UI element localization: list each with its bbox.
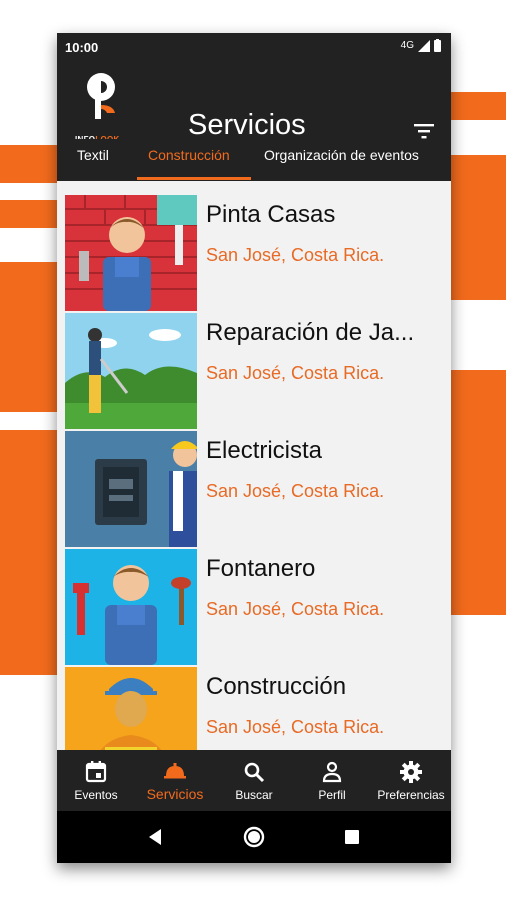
calendar-icon [85,761,107,783]
gardener-image [65,313,197,429]
nav-label: Eventos [74,788,118,802]
category-tabs: Textil Construcción Organización de even… [57,139,451,181]
tab-construccion[interactable]: Construcción [148,147,230,163]
service-location: San José, Costa Rica. [206,599,385,619]
list-item[interactable]: Pinta Casas San José, Costa Rica. [65,195,451,313]
plumber-image [65,549,197,665]
service-bell-icon [164,763,186,779]
list-item[interactable]: Reparación de Ja... San José, Costa Rica… [65,313,451,431]
background-stripe [450,92,506,120]
nav-label: Preferencias [377,788,445,802]
network-label: 4G [400,40,414,51]
bottom-navigation: Eventos Servicios Buscar Perfil Preferen… [57,750,451,811]
signal-icon [418,39,430,52]
services-list: Pinta Casas San José, Costa Rica. Repara… [57,181,451,750]
service-name: Pinta Casas [206,201,336,228]
construction-worker-image [65,667,197,750]
background-stripe [0,200,60,228]
battery-icon [434,39,441,52]
tab-textil[interactable]: Textil [77,147,109,163]
system-navigation-bar [57,811,451,863]
service-name: Construcción [206,673,347,700]
nav-perfil[interactable]: Perfil [293,750,371,811]
service-location: San José, Costa Rica. [206,245,385,265]
background-stripe [0,145,60,183]
electrician-image [65,431,197,547]
nav-servicios[interactable]: Servicios [135,750,215,811]
service-location: San José, Costa Rica. [206,363,385,383]
list-item[interactable]: Construcción San José, Costa Rica. [65,667,451,750]
service-name: Electricista [206,437,323,464]
nav-preferencias[interactable]: Preferencias [371,750,451,811]
service-location: San José, Costa Rica. [206,717,385,737]
person-icon [322,761,342,783]
active-tab-indicator [137,177,251,180]
painter-image [65,195,197,311]
background-stripe [450,155,506,300]
background-stripe [450,370,506,615]
nav-label: Servicios [146,786,204,802]
status-bar: 10:00 4G [57,33,451,61]
home-icon[interactable] [242,825,266,849]
search-icon [244,762,265,783]
nav-buscar[interactable]: Buscar [215,750,293,811]
page-title: Servicios [188,109,306,141]
filter-icon[interactable] [412,121,436,141]
infolook-logo [87,73,115,119]
back-icon[interactable] [143,825,167,849]
background-stripe [0,430,60,675]
service-name: Fontanero [206,555,316,582]
nav-eventos[interactable]: Eventos [57,750,135,811]
gear-icon [400,761,422,783]
status-icons: 4G [401,39,441,52]
list-item[interactable]: Electricista San José, Costa Rica. [65,431,451,549]
phone-frame: 10:00 4G INFOLOOK Servicios Textil Const… [57,33,451,863]
status-time: 10:00 [65,40,99,55]
list-item[interactable]: Fontanero San José, Costa Rica. [65,549,451,667]
service-name: Reparación de Ja... [206,319,415,346]
tab-organizacion-eventos[interactable]: Organización de eventos [264,147,419,163]
nav-label: Buscar [235,788,273,802]
recents-icon[interactable] [340,825,364,849]
nav-label: Perfil [318,788,346,802]
service-location: San José, Costa Rica. [206,481,385,501]
background-stripe [0,262,60,412]
